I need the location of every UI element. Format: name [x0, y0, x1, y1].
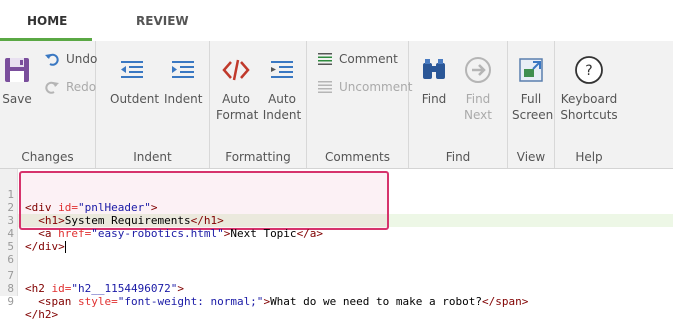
group-view: Full Screen View	[508, 41, 555, 168]
comment-label: Comment	[339, 52, 398, 66]
group-changes: Save Undo Redo Changes	[0, 41, 97, 168]
full-screen-button[interactable]: Full Screen	[512, 55, 554, 123]
code-text: <span style="font-weight: normal;">What …	[25, 295, 528, 308]
comment-icon	[318, 53, 332, 65]
tag-text: </h2>	[25, 308, 59, 321]
ribbon: Save Undo Redo Changes Outdent Indent In…	[0, 41, 673, 169]
save-label: Save	[2, 92, 32, 106]
code-line: 7 <h2 id="h2__1154496072">	[0, 256, 673, 295]
redo-label: Redo	[66, 80, 97, 94]
content-text: What do we need to make a robot?	[270, 295, 482, 308]
code-text: </h2>	[25, 308, 58, 321]
code-line: 8 <span style="font-weight: normal;">Wha…	[0, 269, 673, 308]
indent-icon	[172, 61, 194, 78]
find-icon	[423, 59, 445, 79]
redo-button[interactable]: Redo	[44, 79, 96, 95]
redo-icon	[45, 81, 59, 94]
keyboard-shortcuts-label-2: Shortcuts	[560, 108, 618, 122]
find-next-icon	[465, 57, 491, 83]
tag-text: <span	[25, 295, 78, 308]
tag-text: </span>	[481, 295, 529, 308]
save-icon	[5, 58, 29, 82]
group-formatting: Auto Format Auto Indent Formatting	[210, 41, 307, 168]
full-screen-icon	[519, 58, 543, 82]
find-label: Find	[421, 92, 447, 106]
full-screen-label-2: Screen	[512, 108, 554, 122]
find-next-label-2: Next	[464, 108, 492, 122]
group-label-view: View	[516, 150, 546, 164]
code-line: 5	[0, 227, 673, 253]
group-label-find: Find	[445, 150, 471, 164]
tab-review[interactable]: REVIEW	[136, 14, 189, 28]
auto-format-icon	[222, 59, 250, 81]
group-label-help: Help	[575, 150, 603, 164]
find-next-label-1: Find	[465, 92, 491, 106]
ribbon-tabs: HOME REVIEW	[0, 0, 673, 41]
uncomment-button[interactable]: Uncomment	[317, 79, 412, 95]
auto-indent-label-2: Indent	[262, 108, 302, 122]
group-label-comments: Comments	[324, 150, 391, 164]
keyboard-shortcuts-icon: ?	[575, 56, 603, 84]
uncomment-label: Uncomment	[339, 80, 413, 94]
undo-icon	[45, 53, 59, 66]
auto-indent-button[interactable]: Auto Indent	[262, 55, 302, 123]
group-indent: Outdent Indent Indent	[96, 41, 210, 168]
uncomment-icon	[318, 81, 332, 93]
tag-text: >	[263, 295, 271, 308]
find-next-button[interactable]: Find Next	[463, 55, 493, 123]
indent-button[interactable]: Indent	[164, 55, 202, 107]
tab-home[interactable]: HOME	[27, 14, 67, 28]
auto-format-label-2: Format	[216, 108, 259, 122]
comment-button[interactable]: Comment	[317, 51, 398, 67]
keyboard-shortcuts-button[interactable]: ? Keyboard Shortcuts	[559, 55, 619, 123]
undo-label: Undo	[66, 52, 98, 66]
code-editor[interactable]: 1 <div id="pnlHeader"> 2 <h1>System Requ…	[0, 169, 673, 321]
full-screen-label-1: Full	[520, 92, 542, 106]
auto-format-label-1: Auto	[222, 92, 250, 106]
group-help: ? Keyboard Shortcuts Help	[555, 41, 673, 168]
find-button[interactable]: Find	[419, 55, 449, 107]
group-find: Find Find Next Find	[409, 41, 508, 168]
group-comments: Comment Uncomment Comments	[307, 41, 412, 168]
outdent-button[interactable]: Outdent	[110, 55, 159, 107]
svg-text:?: ?	[585, 63, 592, 79]
code-line: 3 <a href="easy-robotics.html">Next Topi…	[0, 201, 673, 240]
outdent-icon	[121, 61, 143, 78]
code-line: 2 <h1>System Requirements</h1>	[0, 188, 673, 227]
keyboard-shortcuts-label-1: Keyboard	[560, 92, 618, 106]
auto-indent-label-1: Auto	[268, 92, 296, 106]
auto-format-button[interactable]: Auto Format	[216, 55, 259, 123]
group-label-formatting: Formatting	[225, 150, 291, 164]
group-label-indent: Indent	[133, 150, 172, 164]
save-button[interactable]: Save	[2, 55, 32, 107]
group-label-changes: Changes	[21, 150, 74, 164]
line-number: 9	[7, 295, 14, 308]
indent-label: Indent	[164, 92, 203, 106]
code-line: 9 </h2>	[0, 282, 673, 321]
code-line: 4 </div>	[0, 214, 673, 253]
auto-indent-icon	[271, 61, 293, 78]
attr-text: style=	[77, 295, 118, 308]
undo-button[interactable]: Undo	[44, 51, 97, 67]
code-line: 6	[0, 240, 673, 266]
value-text: "font-weight: normal;"	[117, 295, 264, 308]
outdent-label: Outdent	[110, 92, 160, 106]
code-line: 1 <div id="pnlHeader">	[0, 175, 673, 214]
